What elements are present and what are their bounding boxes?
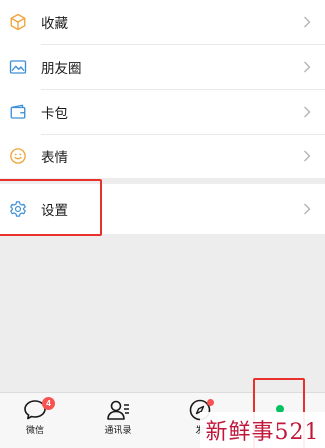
tab-label: 微信 <box>25 425 44 435</box>
chevron-right-icon <box>304 106 311 118</box>
menu-item-stickers[interactable]: 表情 <box>0 134 325 178</box>
menu-item-cards[interactable]: 卡包 <box>0 90 325 134</box>
chevron-right-icon <box>304 203 311 215</box>
wallet-icon <box>10 104 26 119</box>
tab-chats[interactable]: 4 微信 <box>5 393 65 448</box>
highlight-box-settings <box>0 179 102 236</box>
menu-item-label: 卡包 <box>41 106 68 121</box>
chevron-right-icon <box>304 150 311 162</box>
menu-item-favorites[interactable]: 收藏 <box>0 0 325 44</box>
chevron-right-icon <box>304 61 311 73</box>
smiley-icon <box>10 148 26 164</box>
new-moments-dot <box>207 399 214 406</box>
tab-contacts[interactable]: 通讯录 <box>88 393 148 448</box>
watermark: 新鲜事521 <box>200 412 325 448</box>
chevron-right-icon <box>304 16 311 28</box>
box-icon <box>10 13 26 31</box>
menu-group-main: 收藏 朋友圈 卡包 表情 <box>0 0 325 178</box>
tab-label: 通讯录 <box>104 425 132 435</box>
menu-item-label: 收藏 <box>41 16 68 31</box>
watermark-text: 新鲜事521 <box>205 420 320 445</box>
menu-item-label: 表情 <box>41 150 68 165</box>
image-icon <box>9 60 27 74</box>
menu-item-label: 朋友圈 <box>41 61 82 76</box>
contacts-icon <box>107 400 129 420</box>
menu-item-moments[interactable]: 朋友圈 <box>0 45 325 89</box>
unread-badge: 4 <box>42 397 55 410</box>
